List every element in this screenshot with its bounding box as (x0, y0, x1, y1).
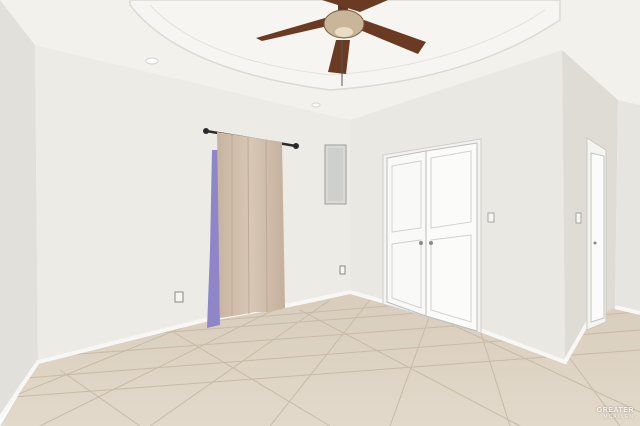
light-switch (575, 212, 582, 224)
recessed-light (145, 57, 159, 65)
watermark-line-1: GREATER (596, 407, 634, 414)
closet-doors (382, 138, 482, 334)
left-wall (0, 0, 38, 415)
doorway (586, 137, 607, 331)
light-switch (487, 212, 495, 223)
electrical-panel (324, 144, 347, 205)
watermark-logo: GREATER MCALLEN (597, 407, 634, 420)
watermark-line-2: MCALLEN (603, 414, 634, 420)
room-photo: GREATER MCALLEN (0, 0, 640, 426)
recessed-light (311, 102, 321, 108)
curtain (217, 132, 285, 318)
wall-outlet (339, 265, 346, 275)
room-illustration (0, 0, 640, 426)
far-wall (615, 100, 640, 313)
wall-outlet (174, 291, 184, 303)
